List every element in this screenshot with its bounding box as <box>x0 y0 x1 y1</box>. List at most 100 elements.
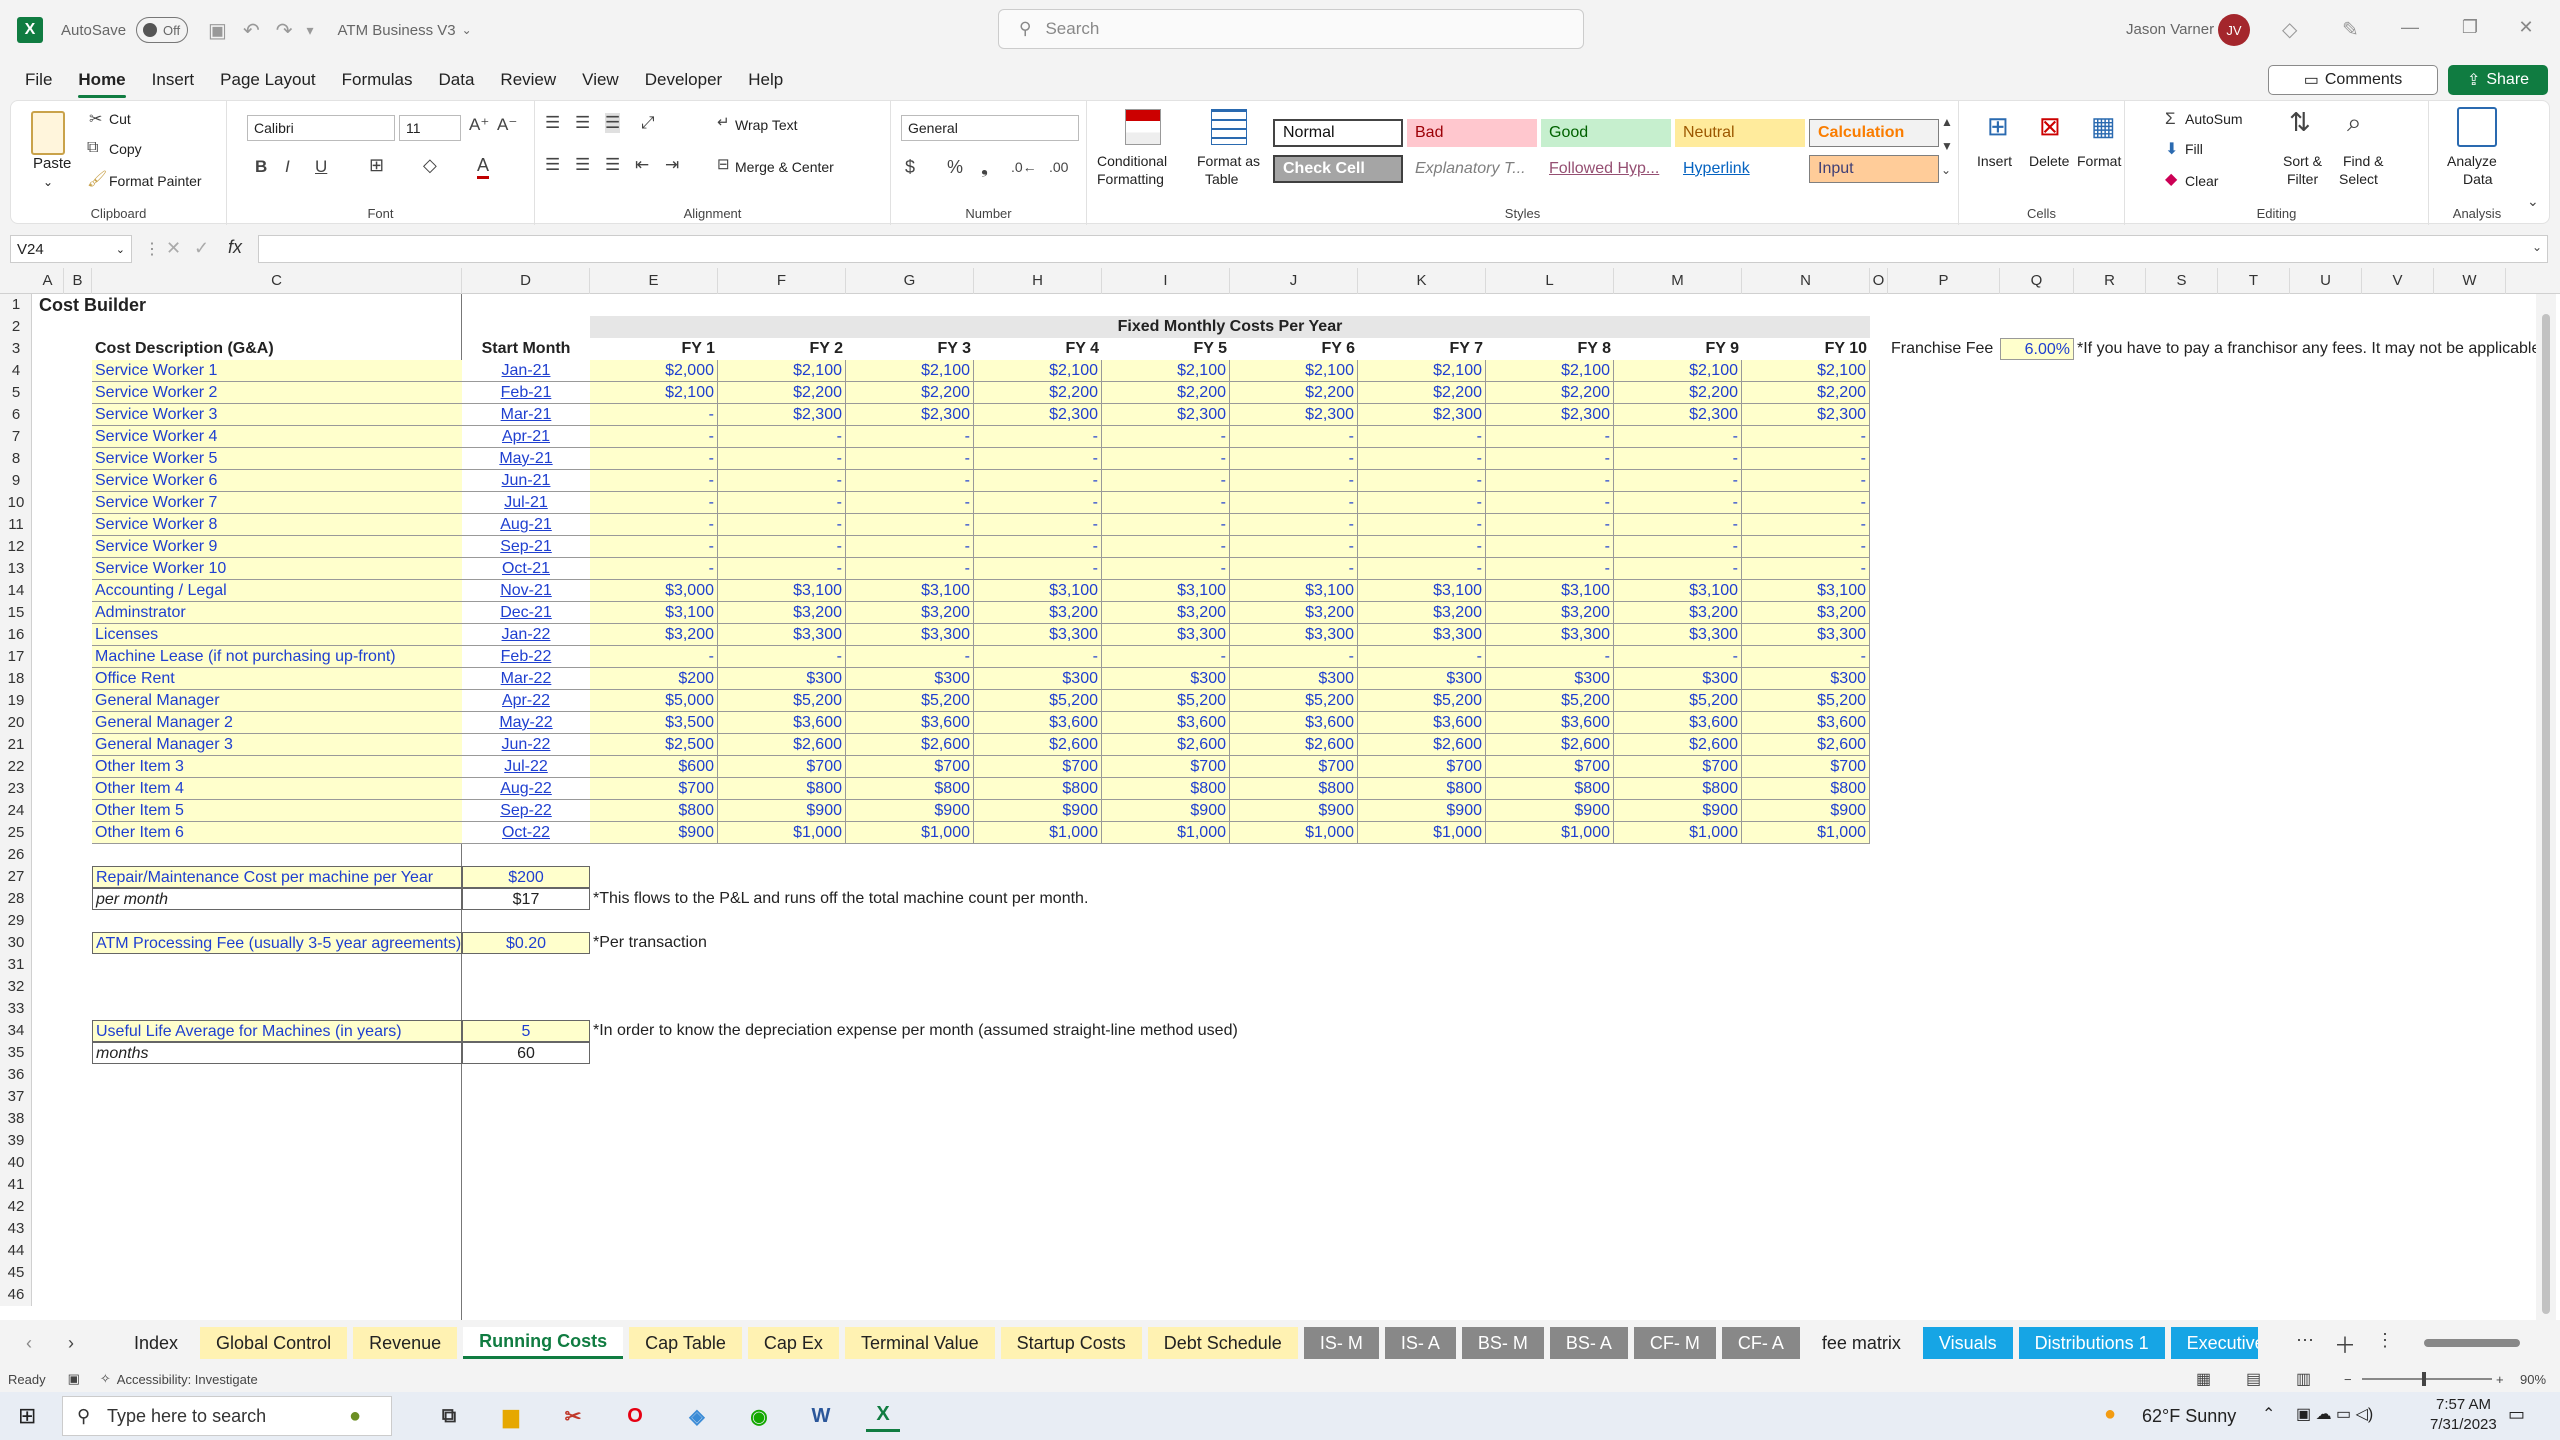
fy-value[interactable]: - <box>590 558 718 580</box>
search-input[interactable]: ⚲ Search <box>998 9 1584 49</box>
useful-life-value[interactable]: 5 <box>462 1020 590 1042</box>
sheet-tab[interactable]: Executive Summary <box>2170 1327 2258 1359</box>
fy-value[interactable]: $5,000 <box>590 690 718 712</box>
fy-value[interactable]: $3,200 <box>590 624 718 646</box>
start-month[interactable]: Jan-22 <box>462 624 590 646</box>
fy-value[interactable]: $1,000 <box>1102 822 1230 844</box>
fy-value[interactable]: $300 <box>1230 668 1358 690</box>
fy-value[interactable]: - <box>974 426 1102 448</box>
fy-value[interactable]: - <box>1102 558 1230 580</box>
fy-value[interactable]: - <box>846 426 974 448</box>
sheet-tab[interactable]: Cap Ex <box>747 1327 839 1359</box>
row-header[interactable]: 12 <box>0 536 32 558</box>
row-header[interactable]: 18 <box>0 668 32 690</box>
row-header[interactable]: 13 <box>0 558 32 580</box>
cost-description[interactable]: Office Rent <box>92 668 462 690</box>
fy-value[interactable]: $900 <box>590 822 718 844</box>
fy-header[interactable]: FY 4 <box>974 338 1102 360</box>
fy-value[interactable]: - <box>1486 558 1614 580</box>
zoom-level[interactable]: 90% <box>2520 1372 2546 1387</box>
column-header[interactable]: G <box>846 268 974 294</box>
decrease-indent-icon[interactable]: ⇤ <box>635 155 649 175</box>
fy-header[interactable]: FY 3 <box>846 338 974 360</box>
sheet-tab[interactable]: fee matrix <box>1806 1327 1917 1359</box>
fy-value[interactable]: $3,500 <box>590 712 718 734</box>
column-header[interactable]: R <box>2074 268 2146 294</box>
format-painter-button[interactable]: Format Painter <box>109 173 202 189</box>
analyze-data-label2[interactable]: Data <box>2463 171 2493 187</box>
zoom-slider[interactable] <box>2362 1372 2492 1386</box>
worksheet-grid[interactable]: ABCDEFGHIJKLMNOPQRSTUVW 1 2 3 4 5 6 7 8 9 10 11 12 1… <box>0 268 2560 1320</box>
fy-value[interactable]: $2,600 <box>1230 734 1358 756</box>
fixed-costs-header[interactable]: Fixed Monthly Costs Per Year <box>590 316 1870 338</box>
fy-value[interactable]: - <box>1358 470 1486 492</box>
fy-value[interactable]: $800 <box>1742 778 1870 800</box>
column-header[interactable]: P <box>1888 268 2000 294</box>
sort-filter-label2[interactable]: Filter <box>2287 171 2318 187</box>
avatar[interactable]: JV <box>2218 14 2250 46</box>
prev-sheet-icon[interactable]: ‹ <box>26 1333 32 1354</box>
cost-description[interactable]: Other Item 4 <box>92 778 462 800</box>
start-month[interactable]: Jun-22 <box>462 734 590 756</box>
tab-page-layout[interactable]: Page Layout <box>207 60 328 100</box>
column-header[interactable]: E <box>590 268 718 294</box>
fy-value[interactable]: $2,200 <box>974 382 1102 404</box>
fy-value[interactable]: - <box>590 426 718 448</box>
fy-value[interactable]: $2,300 <box>1614 404 1742 426</box>
fy-header[interactable]: FY 9 <box>1614 338 1742 360</box>
column-header[interactable]: S <box>2146 268 2218 294</box>
row-header[interactable]: 29 <box>0 910 32 932</box>
analyze-data-label1[interactable]: Analyze <box>2447 153 2497 169</box>
row-header[interactable]: 31 <box>0 954 32 976</box>
fy-value[interactable]: - <box>1742 492 1870 514</box>
fy-value[interactable]: - <box>974 492 1102 514</box>
align-left-icon[interactable]: ☰ <box>545 155 560 175</box>
row-header[interactable]: 39 <box>0 1130 32 1152</box>
fy-value[interactable]: $800 <box>1102 778 1230 800</box>
fy-value[interactable]: - <box>718 426 846 448</box>
sheet-tab[interactable]: CF- M <box>1633 1327 1716 1359</box>
fill-button[interactable]: Fill <box>2185 141 2203 157</box>
align-top-icon[interactable]: ☰ <box>545 113 560 133</box>
franchise-fee-label[interactable]: Franchise Fee <box>1888 338 2000 360</box>
cost-description[interactable]: Service Worker 4 <box>92 426 462 448</box>
zoom-in-icon[interactable]: + <box>2496 1372 2504 1387</box>
fy-value[interactable]: $700 <box>590 778 718 800</box>
delete-cells-button[interactable]: Delete <box>2029 153 2069 169</box>
format-as-table-icon[interactable] <box>1211 109 1247 145</box>
column-header[interactable]: I <box>1102 268 1230 294</box>
accessibility-status[interactable]: Accessibility: Investigate <box>117 1372 258 1387</box>
name-box[interactable]: V24 ⌄ <box>10 235 132 263</box>
fy-value[interactable]: - <box>1102 536 1230 558</box>
styles-scroll-down-icon[interactable]: ▼ <box>1941 139 1953 153</box>
sheet-tab[interactable]: Global Control <box>200 1327 348 1359</box>
fy-value[interactable]: $700 <box>1230 756 1358 778</box>
fy-value[interactable]: - <box>1742 536 1870 558</box>
fy-value[interactable]: - <box>590 514 718 536</box>
fy-value[interactable]: $2,500 <box>590 734 718 756</box>
row-header[interactable]: 32 <box>0 976 32 998</box>
fy-value[interactable]: $3,600 <box>1486 712 1614 734</box>
fy-value[interactable]: $800 <box>1614 778 1742 800</box>
row-header[interactable]: 22 <box>0 756 32 778</box>
fy-value[interactable]: $3,200 <box>1614 602 1742 624</box>
fy-value[interactable]: - <box>1614 470 1742 492</box>
app-icon[interactable]: ◈ <box>680 1400 714 1432</box>
cost-description[interactable]: Service Worker 3 <box>92 404 462 426</box>
months-label[interactable]: months <box>92 1042 462 1064</box>
fy-value[interactable]: - <box>1614 492 1742 514</box>
tab-developer[interactable]: Developer <box>632 60 736 100</box>
fy-value[interactable]: - <box>1742 426 1870 448</box>
cost-description[interactable]: Service Worker 9 <box>92 536 462 558</box>
fy-header[interactable]: FY 1 <box>590 338 718 360</box>
font-size-dropdown[interactable]: 11 <box>399 115 461 141</box>
add-sheet-icon[interactable]: ＋ <box>2334 1328 2356 1360</box>
fy-value[interactable]: - <box>1486 514 1614 536</box>
fy-value[interactable]: $2,300 <box>1102 404 1230 426</box>
sheet-tab[interactable]: Index <box>118 1327 194 1359</box>
fy-value[interactable]: $2,200 <box>1486 382 1614 404</box>
fy-value[interactable]: - <box>718 514 846 536</box>
fy-value[interactable]: $200 <box>590 668 718 690</box>
fy-value[interactable]: - <box>1742 646 1870 668</box>
fy-value[interactable]: $3,200 <box>846 602 974 624</box>
